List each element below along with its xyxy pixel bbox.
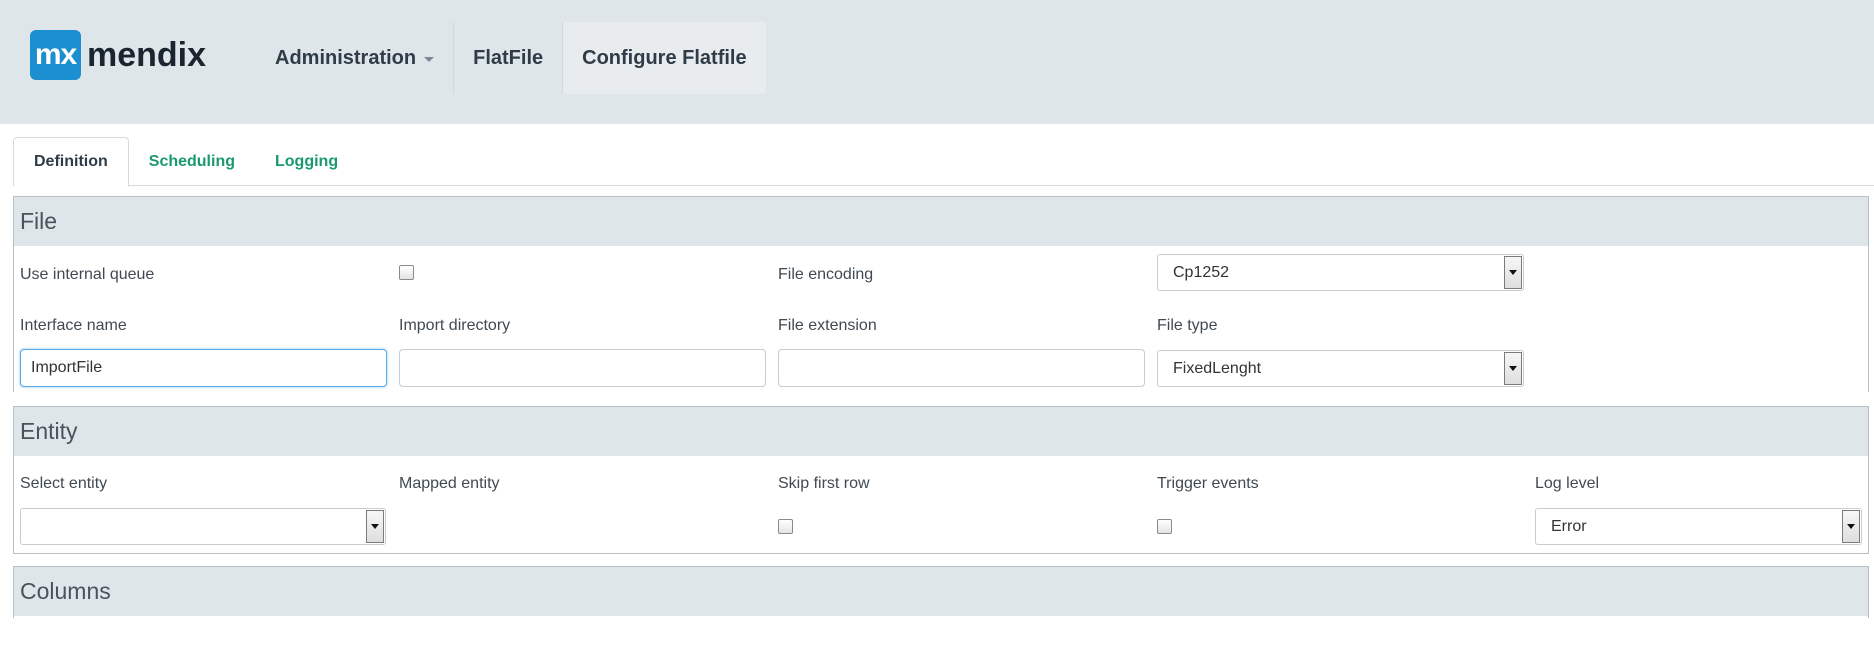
tab-definition[interactable]: Definition	[13, 137, 129, 187]
select-entity-select[interactable]	[20, 508, 386, 545]
columns-groupbox: Columns	[13, 566, 1869, 618]
mendix-logo[interactable]: mx mendix	[30, 30, 206, 80]
logo-mark: mx	[30, 30, 81, 80]
entity-group-title[interactable]: Entity	[14, 407, 1868, 456]
nav-item-label: FlatFile	[473, 46, 544, 69]
columns-group-title[interactable]: Columns	[14, 567, 1868, 616]
nav-item-label: Configure Flatfile	[582, 46, 747, 69]
dropdown-arrow-icon[interactable]	[366, 510, 384, 543]
select-entity-label: Select entity	[20, 475, 108, 492]
file-type-select[interactable]: FixedLenght	[1157, 350, 1524, 387]
tab-bar: Definition Scheduling Logging	[13, 137, 1874, 187]
nav-item-configure-flatfile[interactable]: Configure Flatfile	[563, 22, 766, 94]
import-directory-label: Import directory	[399, 317, 511, 334]
interface-name-input[interactable]	[20, 349, 387, 387]
log-level-select[interactable]: Error	[1535, 508, 1862, 545]
file-type-label: File type	[1157, 317, 1218, 334]
caret-down-icon	[424, 56, 435, 62]
file-extension-label: File extension	[778, 317, 877, 334]
file-group-title[interactable]: File	[14, 197, 1868, 246]
nav-item-administration[interactable]: Administration	[256, 22, 455, 94]
use-internal-queue-checkbox[interactable]	[399, 265, 414, 280]
entity-groupbox: Entity Select entity Mapped entity Skip …	[13, 406, 1869, 554]
nav-item-flatfile[interactable]: FlatFile	[454, 22, 564, 94]
interface-name-label: Interface name	[20, 317, 127, 334]
file-encoding-label: File encoding	[778, 266, 874, 283]
trigger-events-label: Trigger events	[1157, 475, 1259, 492]
file-groupbox: File Use internal queue File encoding Cp…	[13, 196, 1869, 392]
log-level-value: Error	[1551, 517, 1587, 535]
logo-text: mendix	[87, 36, 207, 74]
tab-logging[interactable]: Logging	[255, 137, 358, 186]
nav-item-label: Administration	[275, 46, 417, 69]
use-internal-queue-label: Use internal queue	[20, 266, 155, 283]
log-level-label: Log level	[1535, 475, 1600, 492]
top-header: mx mendix Administration FlatFile Config…	[0, 0, 1874, 124]
dropdown-arrow-icon[interactable]	[1842, 510, 1860, 543]
file-type-value: FixedLenght	[1173, 359, 1262, 377]
tab-scheduling[interactable]: Scheduling	[129, 137, 255, 186]
main-nav: Administration FlatFile Configure Flatfi…	[256, 22, 766, 125]
file-extension-input[interactable]	[778, 349, 1145, 387]
skip-first-row-label: Skip first row	[778, 475, 870, 492]
dropdown-arrow-icon[interactable]	[1504, 256, 1522, 289]
file-encoding-select[interactable]: Cp1252	[1157, 254, 1524, 291]
import-directory-input[interactable]	[399, 349, 766, 387]
skip-first-row-checkbox[interactable]	[778, 519, 793, 534]
mapped-entity-label: Mapped entity	[399, 475, 500, 492]
file-encoding-value: Cp1252	[1173, 263, 1230, 281]
dropdown-arrow-icon[interactable]	[1504, 352, 1522, 385]
trigger-events-checkbox[interactable]	[1157, 519, 1172, 534]
